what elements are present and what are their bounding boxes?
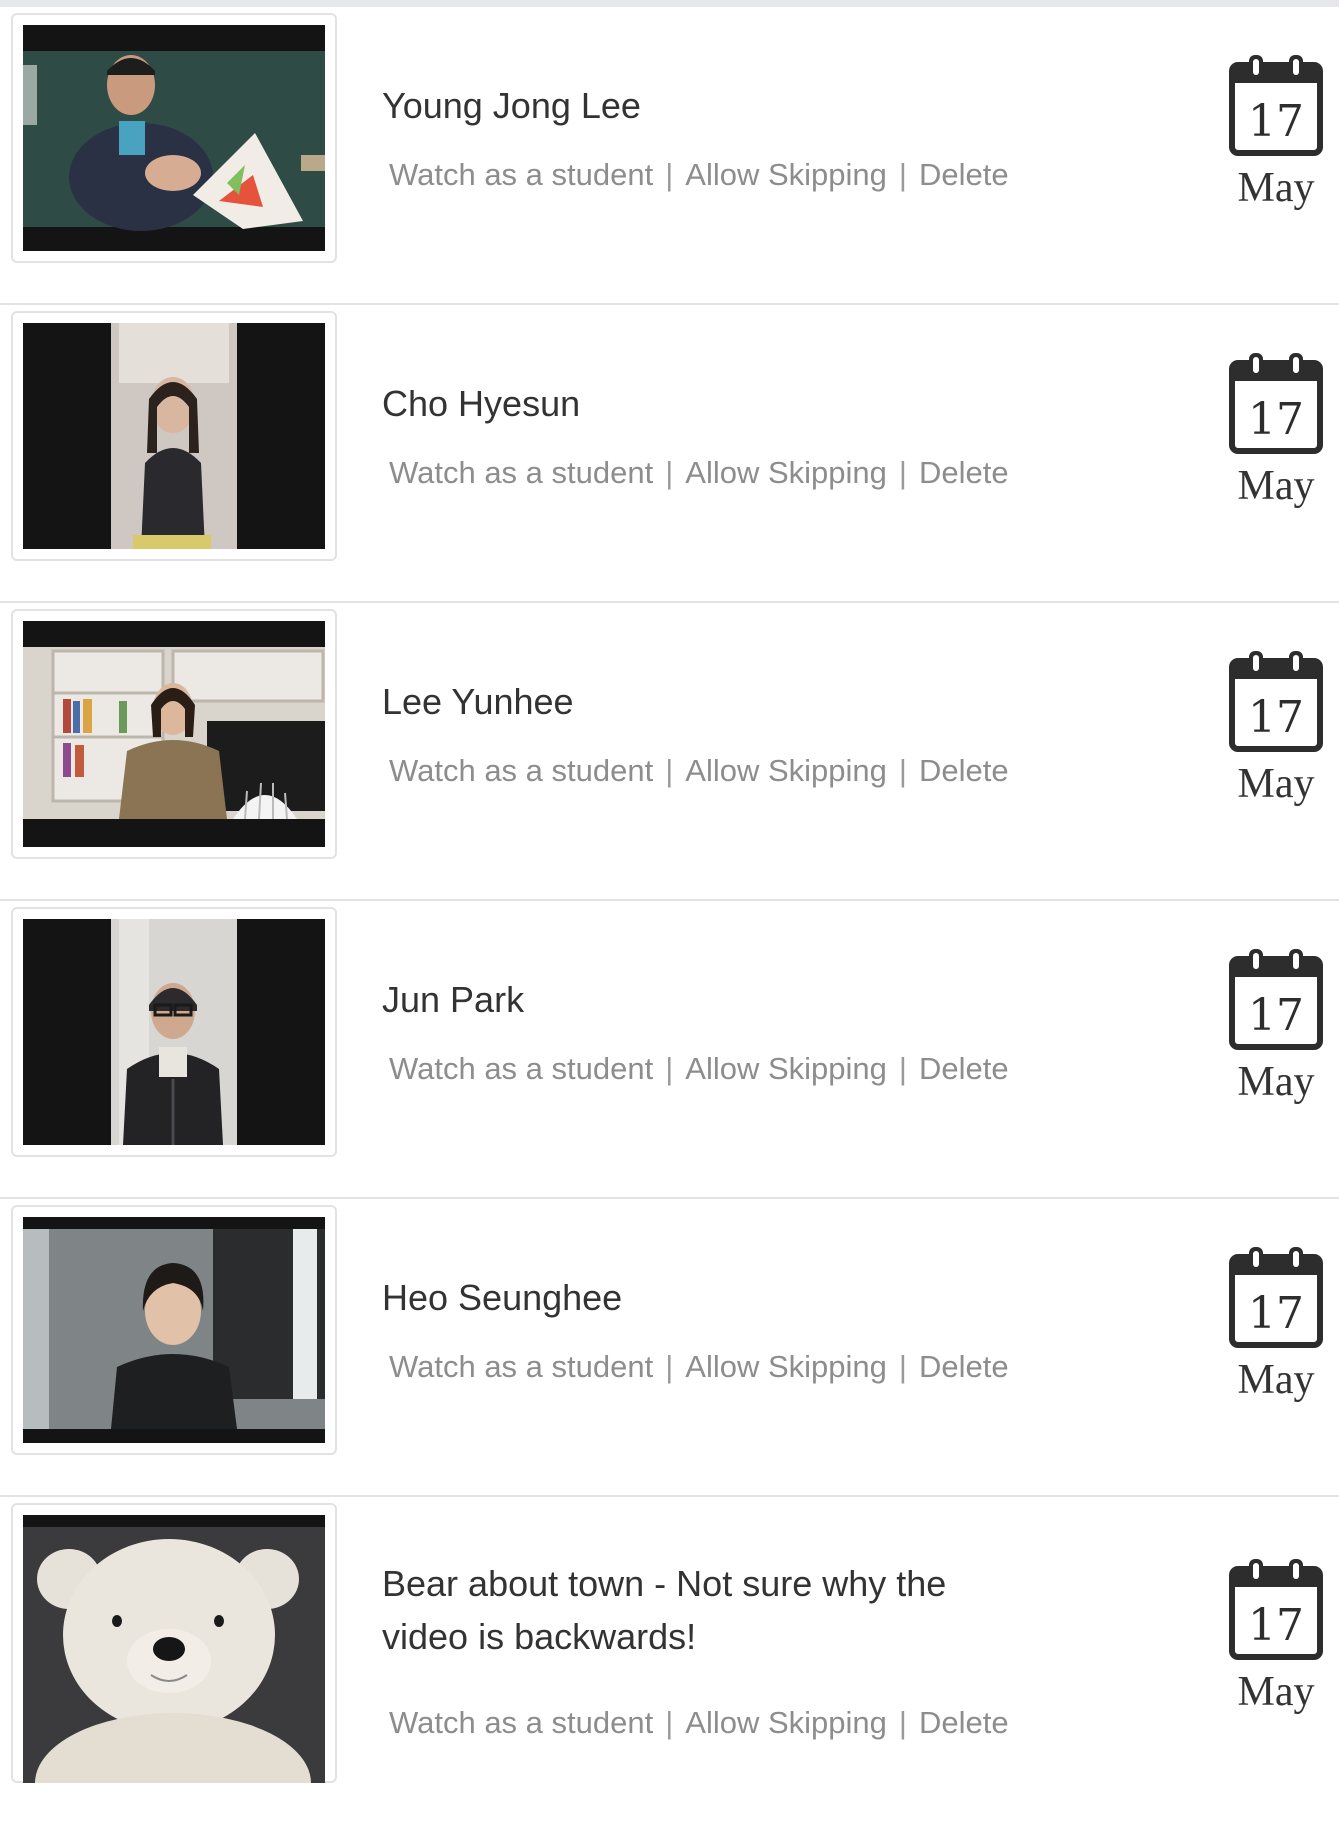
- delete-link[interactable]: Delete: [919, 753, 1009, 788]
- video-title[interactable]: Young Jong Lee: [382, 79, 1022, 132]
- separator: |: [665, 1349, 674, 1384]
- watch-as-student-link[interactable]: Watch as a student: [389, 455, 653, 490]
- calendar-icon: 17: [1229, 55, 1323, 156]
- date-badge: 17 May: [1226, 649, 1326, 805]
- video-thumbnail[interactable]: [11, 609, 337, 859]
- thumbnail-image: [23, 621, 325, 847]
- thumbnail-image: [23, 1217, 325, 1443]
- watch-as-student-link[interactable]: Watch as a student: [389, 1349, 653, 1384]
- video-actions: Watch as a student | Allow Skipping | Delete: [389, 1051, 1009, 1087]
- video-actions: Watch as a student | Allow Skipping | Delete: [389, 753, 1009, 789]
- date-month: May: [1237, 165, 1315, 211]
- separator: |: [665, 455, 674, 490]
- date-month: May: [1237, 1059, 1315, 1105]
- calendar-icon: 17: [1229, 353, 1323, 454]
- allow-skipping-link[interactable]: Allow Skipping: [685, 1349, 887, 1384]
- calendar-day: 17: [1248, 692, 1304, 743]
- delete-link[interactable]: Delete: [919, 1051, 1009, 1086]
- video-thumbnail[interactable]: [11, 1503, 337, 1783]
- date-badge: 17 May: [1226, 947, 1326, 1103]
- video-row: Young Jong Lee Watch as a student | Allow …: [0, 7, 1339, 305]
- separator: |: [898, 1705, 907, 1740]
- separator: |: [898, 753, 907, 788]
- video-title[interactable]: Bear about town - Not sure why the video…: [382, 1557, 1022, 1663]
- thumbnail-image: [23, 919, 325, 1145]
- video-row: Cho Hyesun Watch as a student | Allow Skip…: [0, 305, 1339, 603]
- thumbnail-image: [23, 323, 325, 549]
- delete-link[interactable]: Delete: [919, 157, 1009, 192]
- watch-as-student-link[interactable]: Watch as a student: [389, 157, 653, 192]
- date-month: May: [1237, 1357, 1315, 1403]
- video-thumbnail[interactable]: [11, 311, 337, 561]
- calendar-day: 17: [1248, 96, 1304, 147]
- calendar-icon: 17: [1229, 651, 1323, 752]
- calendar-day: 17: [1248, 394, 1304, 445]
- video-title[interactable]: Heo Seunghee: [382, 1271, 1022, 1324]
- date-badge: 17 May: [1226, 1245, 1326, 1401]
- allow-skipping-link[interactable]: Allow Skipping: [685, 753, 887, 788]
- date-month: May: [1237, 463, 1315, 509]
- delete-link[interactable]: Delete: [919, 455, 1009, 490]
- calendar-icon: 17: [1229, 1247, 1323, 1348]
- date-badge: 17 May: [1226, 1557, 1326, 1713]
- video-thumbnail[interactable]: [11, 13, 337, 263]
- video-row: Jun Park Watch as a student | Allow Skippi…: [0, 901, 1339, 1199]
- video-actions: Watch as a student | Allow Skipping | Delete: [389, 1349, 1009, 1385]
- video-actions: Watch as a student | Allow Skipping | Delete: [389, 157, 1009, 193]
- video-list: Young Jong Lee Watch as a student | Allow …: [0, 7, 1339, 1837]
- video-actions: Watch as a student | Allow Skipping | Delete: [389, 455, 1009, 491]
- watch-as-student-link[interactable]: Watch as a student: [389, 1051, 653, 1086]
- video-thumbnail[interactable]: [11, 1205, 337, 1455]
- video-row: Lee Yunhee Watch as a student | Allow Skip…: [0, 603, 1339, 901]
- separator: |: [665, 753, 674, 788]
- delete-link[interactable]: Delete: [919, 1705, 1009, 1740]
- video-title[interactable]: Cho Hyesun: [382, 377, 1022, 430]
- calendar-icon: 17: [1229, 1559, 1323, 1660]
- allow-skipping-link[interactable]: Allow Skipping: [685, 455, 887, 490]
- thumbnail-image: [23, 1515, 325, 1783]
- allow-skipping-link[interactable]: Allow Skipping: [685, 1051, 887, 1086]
- separator: |: [898, 1051, 907, 1086]
- separator: |: [665, 1705, 674, 1740]
- calendar-day: 17: [1248, 1600, 1304, 1651]
- separator: |: [898, 1349, 907, 1384]
- date-badge: 17 May: [1226, 351, 1326, 507]
- calendar-day: 17: [1248, 990, 1304, 1041]
- date-month: May: [1237, 761, 1315, 807]
- video-thumbnail[interactable]: [11, 907, 337, 1157]
- watch-as-student-link[interactable]: Watch as a student: [389, 1705, 653, 1740]
- video-actions: Watch as a student | Allow Skipping | Delete: [389, 1705, 1009, 1741]
- separator: |: [665, 157, 674, 192]
- calendar-day: 17: [1248, 1288, 1304, 1339]
- date-badge: 17 May: [1226, 53, 1326, 209]
- delete-link[interactable]: Delete: [919, 1349, 1009, 1384]
- video-title[interactable]: Lee Yunhee: [382, 675, 1022, 728]
- top-strip: [0, 0, 1339, 7]
- calendar-icon: 17: [1229, 949, 1323, 1050]
- separator: |: [665, 1051, 674, 1086]
- separator: |: [898, 455, 907, 490]
- watch-as-student-link[interactable]: Watch as a student: [389, 753, 653, 788]
- video-title[interactable]: Jun Park: [382, 973, 1022, 1026]
- separator: |: [898, 157, 907, 192]
- video-row: Heo Seunghee Watch as a student | Allow Sk…: [0, 1199, 1339, 1497]
- allow-skipping-link[interactable]: Allow Skipping: [685, 157, 887, 192]
- thumbnail-image: [23, 25, 325, 251]
- allow-skipping-link[interactable]: Allow Skipping: [685, 1705, 887, 1740]
- video-row: Bear about town - Not sure why the video…: [0, 1497, 1339, 1837]
- date-month: May: [1237, 1669, 1315, 1715]
